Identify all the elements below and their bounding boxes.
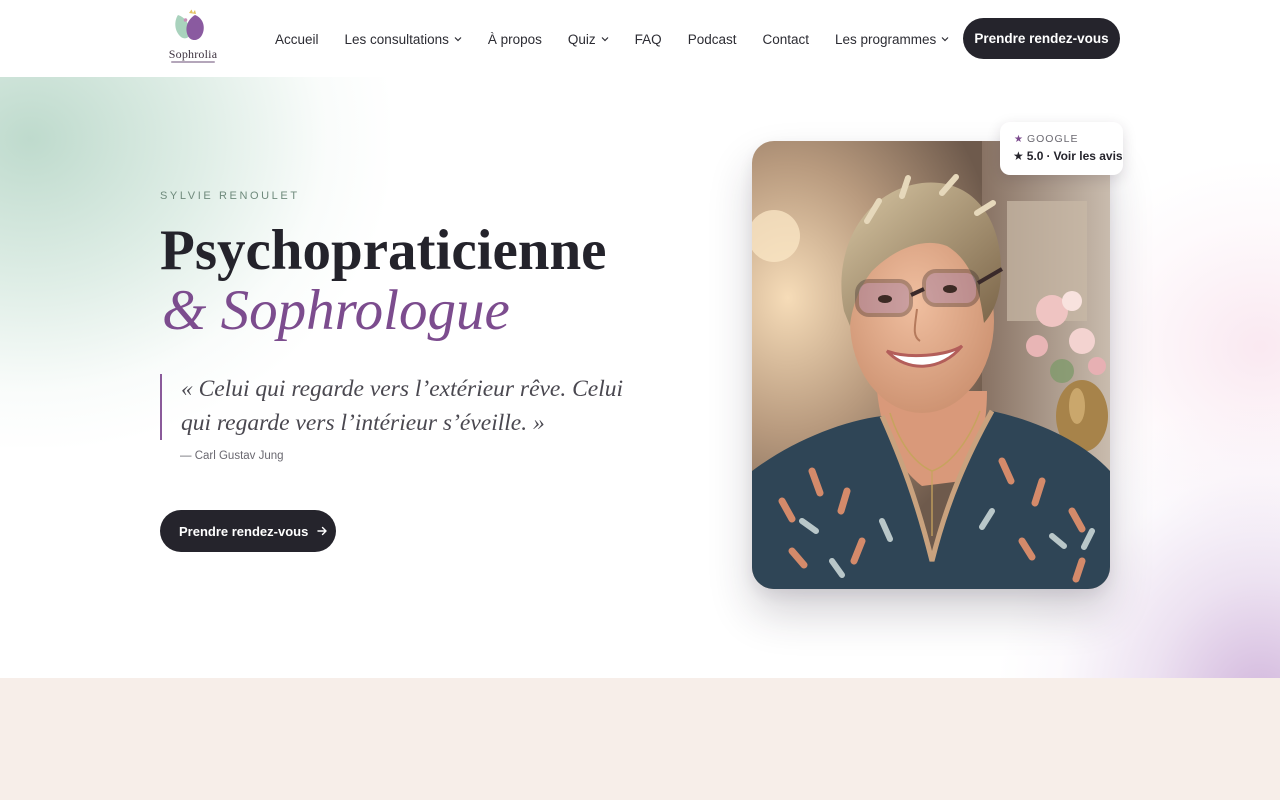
review-rating-value: 5.0: [1026, 149, 1044, 163]
quote-author: — Carl Gustav Jung: [180, 450, 284, 462]
nav-item-label: Les programmes: [835, 31, 937, 47]
nav-item-label: Podcast: [687, 31, 737, 47]
hero-eyebrow: SYLVIE RENOULET: [160, 190, 300, 202]
nav-item-a-propos[interactable]: À propos: [488, 32, 542, 47]
portrait-photo: [752, 141, 1110, 589]
logo-tagline-mark: [171, 61, 215, 63]
nav-item-label: À propos: [487, 31, 542, 47]
google-review-badge[interactable]: ★ GOOGLE ★ 5.0 · Voir les avis: [1000, 122, 1123, 175]
hero-section: SYLVIE RENOULET Psychopraticienne & Soph…: [0, 77, 1280, 678]
main-nav: Accueil Les consultations À propos Quiz …: [275, 29, 949, 49]
nav-item-podcast[interactable]: Podcast: [688, 32, 737, 47]
next-section-background: [0, 678, 1280, 800]
hero-appointment-button[interactable]: Prendre rendez-vous: [160, 510, 336, 552]
quote-accent-bar: [160, 374, 162, 440]
logo-mark-icon: [175, 9, 204, 41]
chevron-down-icon: [454, 37, 462, 42]
nav-item-label: Accueil: [275, 31, 319, 47]
hero-title-line2: & Sophrologue: [162, 279, 510, 342]
arrow-right-icon: [317, 526, 328, 536]
nav-item-label: Les consultations: [344, 31, 449, 47]
chevron-down-icon: [601, 37, 609, 42]
logo-name: Sophrolia: [168, 47, 218, 61]
logo-tagline: [164, 61, 222, 64]
nav-item-label: FAQ: [634, 31, 662, 47]
star-icon: ★: [1014, 133, 1024, 145]
nav-item-faq[interactable]: FAQ: [635, 32, 662, 47]
star-icon: ★: [1013, 149, 1024, 163]
nav-item-programmes[interactable]: Les programmes: [835, 32, 949, 47]
header-appointment-button[interactable]: Prendre rendez-vous: [963, 18, 1120, 59]
nav-item-label: Contact: [762, 31, 809, 47]
chevron-down-icon: [941, 37, 949, 42]
hero-quote: « Celui qui regarde vers l’extérieur rêv…: [181, 376, 624, 436]
nav-item-label: Quiz: [567, 31, 596, 47]
review-source: ★ GOOGLE: [1014, 133, 1078, 145]
review-rating-row: ★ 5.0 · Voir les avis: [1013, 149, 1123, 163]
review-source-label: GOOGLE: [1026, 133, 1079, 145]
nav-item-accueil[interactable]: Accueil: [275, 32, 319, 47]
review-separator: ·: [1046, 149, 1051, 163]
hero-cta-label: Prendre rendez-vous: [179, 523, 309, 539]
review-link-label: Voir les avis: [1053, 149, 1123, 163]
nav-item-contact[interactable]: Contact: [762, 32, 809, 47]
site-header: Sophrolia Accueil Les consultations À pr…: [0, 0, 1280, 77]
nav-item-consultations[interactable]: Les consultations: [345, 32, 462, 47]
hero-title-line1: Psychopraticienne: [160, 219, 607, 282]
site-logo[interactable]: Sophrolia: [164, 9, 222, 67]
nav-item-quiz[interactable]: Quiz: [568, 32, 609, 47]
